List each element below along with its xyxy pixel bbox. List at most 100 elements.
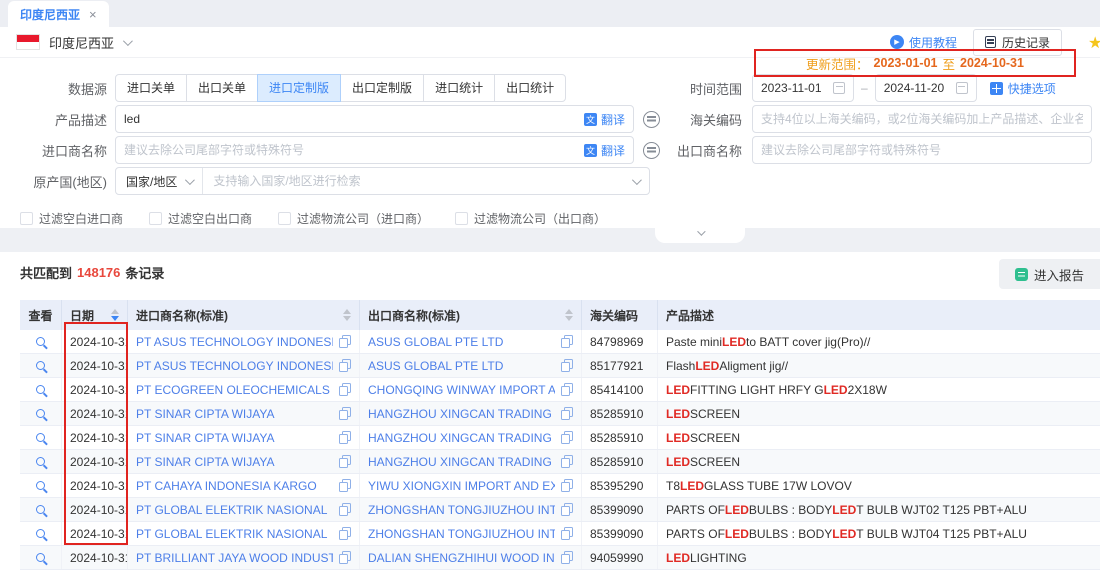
segment-import-stats[interactable]: 进口统计 [423,74,495,102]
copy-icon[interactable] [339,503,351,516]
close-icon[interactable]: × [89,7,97,22]
segment-export-declaration[interactable]: 出口关单 [186,74,258,102]
view-detail-icon[interactable] [36,337,45,346]
tab-indonesia[interactable]: 印度尼西亚 × [8,1,109,27]
translate-button[interactable]: 文 翻译 [576,142,625,159]
copy-icon[interactable] [561,455,573,468]
segment-import-custom[interactable]: 进口定制版 [257,74,341,102]
view-detail-icon[interactable] [36,433,45,442]
importer-link[interactable]: PT ASUS TECHNOLOGY INDONESIA BA... [136,359,333,373]
filter-blank-exporter[interactable]: 过滤空白出口商 [149,210,252,227]
tutorial-link[interactable]: ▶ 使用教程 [890,34,957,51]
col-exporter[interactable]: 出口商名称(标准) [360,300,582,330]
importer-link[interactable]: PT SINAR CIPTA WIJAYA [136,407,333,421]
search-form: 数据源 进口关单 出口关单 进口定制版 出口定制版 进口统计 出口统计 产品描述… [0,58,1100,228]
copy-icon[interactable] [339,431,351,444]
exact-match-toggle-icon[interactable] [643,111,660,128]
sort-icons[interactable] [337,309,351,321]
exact-match-toggle-icon[interactable] [643,142,660,159]
exporter-link[interactable]: DALIAN SHENGZHIHUI WOOD INDUST... [368,551,555,565]
chevron-down-icon[interactable] [123,36,133,46]
update-range-joiner: 至 [943,54,956,73]
row-product-desc: T8 LED GLASS TUBE 17W LOVOV [658,474,1100,497]
exporter-link[interactable]: ASUS GLOBAL PTE LTD [368,359,555,373]
exporter-link[interactable]: YIWU XIONGXIN IMPORT AND EXPORT... [368,479,555,493]
filter-logistics-importer[interactable]: 过滤物流公司（进口商） [278,210,429,227]
exporter-link[interactable]: ZHONGSHAN TONGJIUZHOU INTERNA... [368,527,555,541]
exporter-link[interactable]: HANGZHOU XINGCAN TRADING CO LTD [368,407,555,421]
view-detail-icon[interactable] [36,481,45,490]
view-detail-icon[interactable] [36,385,45,394]
importer-link[interactable]: PT ASUS TECHNOLOGY INDONESIA BA... [136,335,333,349]
table-row: 2024-10-31 PT BRILLIANT JAYA WOOD INDUST… [20,546,1100,570]
copy-icon[interactable] [561,431,573,444]
copy-icon[interactable] [339,479,351,492]
view-detail-icon[interactable] [36,553,45,562]
copy-icon[interactable] [339,359,351,372]
segment-export-custom[interactable]: 出口定制版 [340,74,424,102]
col-date[interactable]: 日期 [62,300,128,330]
importer-link[interactable]: PT BRILLIANT JAYA WOOD INDUSTRY [136,551,333,565]
importer-link[interactable]: PT GLOBAL ELEKTRIK NASIONAL [136,503,333,517]
report-icon [1015,268,1028,281]
origin-search-input[interactable] [203,174,632,188]
exporter-link[interactable]: ZHONGSHAN TONGJIUZHOU INTERNA... [368,503,555,517]
importer-link[interactable]: PT CAHAYA INDONESIA KARGO [136,479,333,493]
copy-icon[interactable] [339,407,351,420]
copy-icon[interactable] [339,455,351,468]
exporter-inputbox [752,136,1092,164]
chevron-down-icon[interactable] [632,175,642,185]
translate-button[interactable]: 文 翻译 [576,111,625,128]
enter-report-button[interactable]: 进入报告 [999,259,1100,289]
calendar-icon[interactable] [833,82,845,94]
copy-icon[interactable] [561,383,573,396]
segment-import-declaration[interactable]: 进口关单 [115,74,187,102]
start-date-input[interactable] [761,81,833,95]
end-date-input[interactable] [884,81,956,95]
copy-icon[interactable] [561,407,573,420]
exporter-input[interactable] [761,143,1083,157]
origin-type-select[interactable]: 国家/地区 [116,168,203,194]
star-icon[interactable]: ★ [1088,33,1100,53]
importer-link[interactable]: PT SINAR CIPTA WIJAYA [136,455,333,469]
copy-icon[interactable] [561,527,573,540]
view-detail-icon[interactable] [36,409,45,418]
exporter-link[interactable]: HANGZHOU XINGCAN TRADING CO LTD [368,431,555,445]
segment-export-stats[interactable]: 出口统计 [494,74,566,102]
copy-icon[interactable] [561,551,573,564]
collapse-form-button[interactable] [655,228,745,243]
hs-code-input[interactable] [761,112,1083,126]
filter-blank-importer[interactable]: 过滤空白进口商 [20,210,123,227]
exporter-link[interactable]: ASUS GLOBAL PTE LTD [368,335,555,349]
copy-icon[interactable] [561,479,573,492]
browser-tab-bar: 印度尼西亚 × [0,0,1100,27]
product-desc-input[interactable] [124,112,576,126]
view-detail-icon[interactable] [36,361,45,370]
importer-link[interactable]: PT ECOGREEN OLEOCHEMICALS [136,383,333,397]
copy-icon[interactable] [561,335,573,348]
calendar-icon[interactable] [956,82,968,94]
col-importer[interactable]: 进口商名称(标准) [128,300,360,330]
copy-icon[interactable] [339,335,351,348]
copy-icon[interactable] [339,551,351,564]
importer-link[interactable]: PT SINAR CIPTA WIJAYA [136,431,333,445]
copy-icon[interactable] [561,503,573,516]
copy-icon[interactable] [339,383,351,396]
importer-link[interactable]: PT GLOBAL ELEKTRIK NASIONAL [136,527,333,541]
results-header: 共匹配到 148176 条记录 进入报告 [0,252,1100,292]
importer-input[interactable] [124,143,576,157]
exporter-link[interactable]: HANGZHOU XINGCAN TRADING CO LTD [368,455,555,469]
sort-icons[interactable] [105,309,119,321]
table-row: 2024-10-31 PT GLOBAL ELEKTRIK NASIONAL Z… [20,522,1100,546]
copy-icon[interactable] [339,527,351,540]
copy-icon[interactable] [561,359,573,372]
form-right-column: 时间范围 – 快捷选项 海关编码 出口商名称 [660,74,1100,228]
update-range-start: 2023-01-01 [874,56,938,70]
quick-options-link[interactable]: 快捷选项 [990,80,1056,97]
filter-logistics-exporter[interactable]: 过滤物流公司（出口商） [455,210,606,227]
view-detail-icon[interactable] [36,505,45,514]
sort-icons[interactable] [559,309,573,321]
view-detail-icon[interactable] [36,457,45,466]
exporter-link[interactable]: CHONGQING WINWAY IMPORT AND E... [368,383,555,397]
view-detail-icon[interactable] [36,529,45,538]
